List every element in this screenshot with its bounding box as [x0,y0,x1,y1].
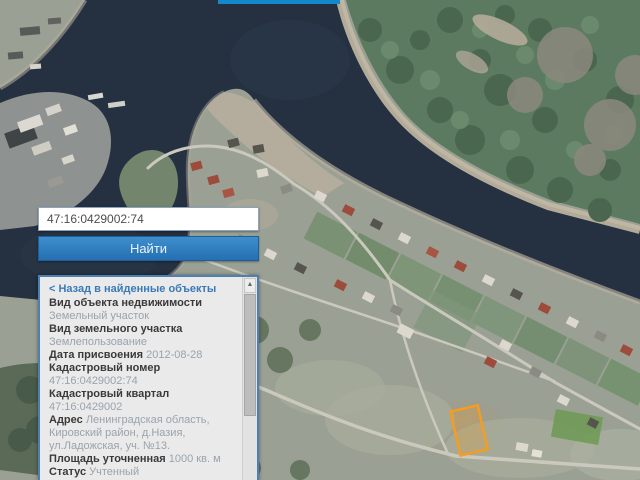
attribute-row: Вид земельного участка Землепользование [49,323,238,349]
attribute-row: Кадастровый квартал 47:16:0429002 [49,388,238,414]
scrollbar-thumb[interactable] [244,294,256,416]
attribute-label: Адрес [49,414,83,426]
top-toolbar-fragment [218,0,340,4]
attribute-label: Статус [49,466,87,478]
attribute-row: Адрес Ленинградская область, Кировский р… [49,414,238,453]
attribute-value: Земельный участок [49,310,150,322]
attribute-label: Кадастровый номер [49,362,161,374]
attribute-label: Дата присвоения [49,349,144,361]
attribute-value: 47:16:0429002 [49,401,123,413]
attribute-row: Кадастровый номер 47:16:0429002:74 [49,362,238,388]
attribute-label: Вид объекта недвижимости [49,297,202,309]
attribute-value: Учтенный [89,466,140,478]
attribute-label: Площадь уточненная [49,453,166,465]
attribute-value: Землепользование [49,336,148,348]
cadastral-number-input[interactable] [38,207,259,231]
panel-scrollbar[interactable]: ▲ [242,277,257,480]
object-info-content: < Назад в найденные объекты Вид объекта … [40,277,242,480]
back-to-results-link[interactable]: < Назад в найденные объекты [49,283,238,296]
attribute-row: Дата присвоения 2012-08-28 [49,349,238,362]
attribute-value: 1000 кв. м [168,453,221,465]
find-button[interactable]: Найти [38,236,259,261]
scroll-up-arrow-icon[interactable]: ▲ [244,278,256,293]
attribute-label: Кадастровый квартал [49,388,170,400]
attribute-label: Вид земельного участка [49,323,183,335]
attribute-row: Статус Учтенный [49,466,238,479]
attribute-value: 2012-08-28 [146,349,203,361]
attribute-value: 47:16:0429002:74 [49,375,138,387]
cadastral-map-app: Найти < Назад в найденные объекты Вид об… [0,0,640,480]
attribute-row: Вид объекта недвижимости Земельный участ… [49,297,238,323]
attribute-row: Площадь уточненная 1000 кв. м [49,453,238,466]
object-info-panel: < Назад в найденные объекты Вид объекта … [38,275,259,480]
